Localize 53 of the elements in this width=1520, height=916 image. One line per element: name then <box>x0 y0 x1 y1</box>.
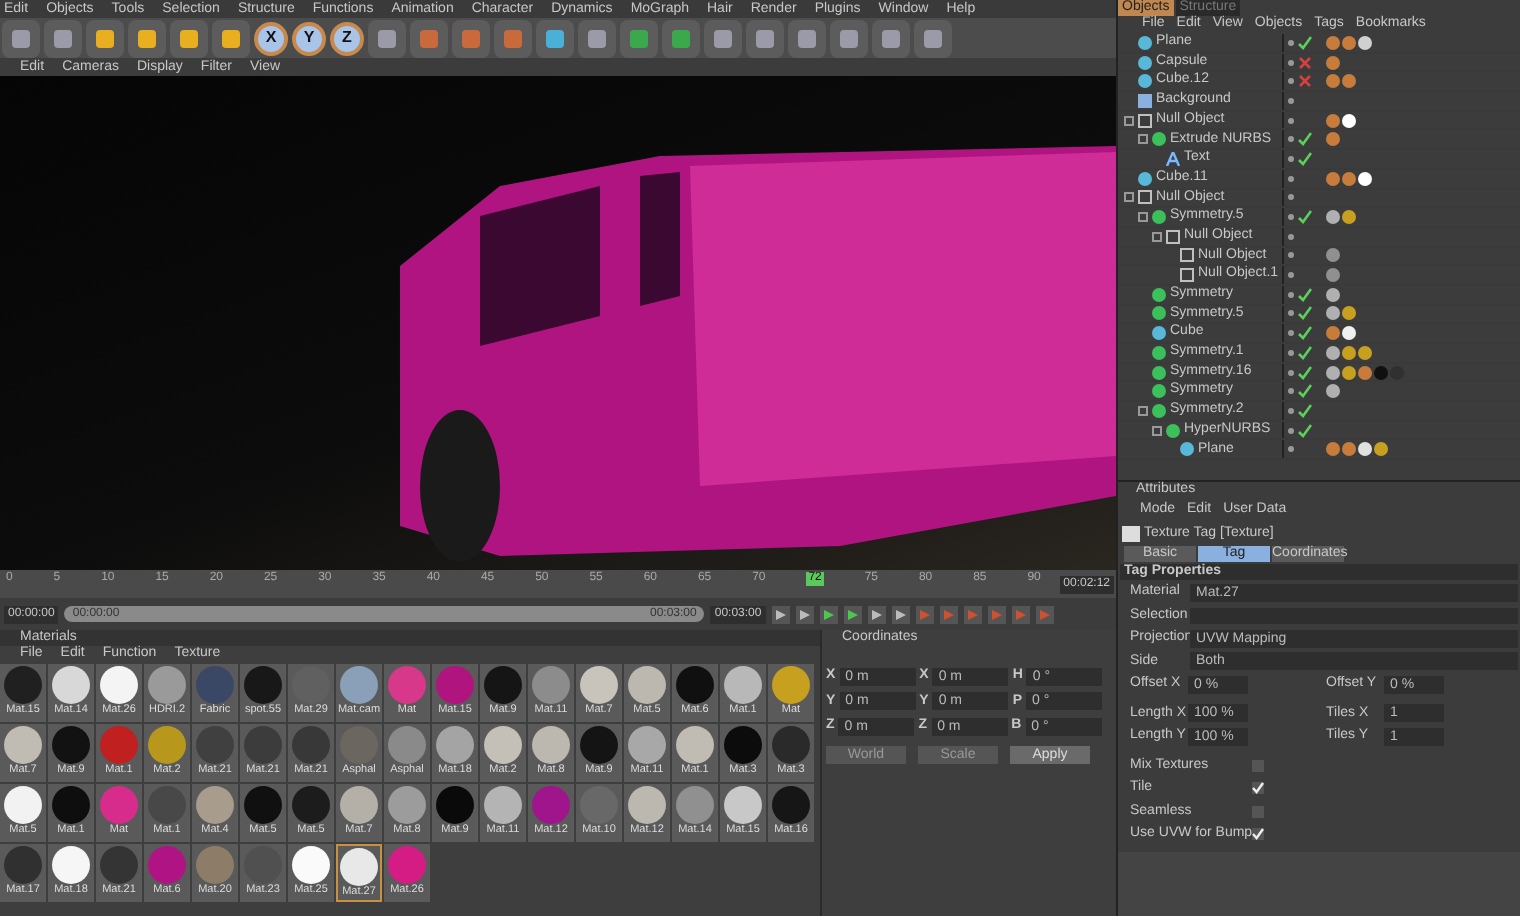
null-object-icon <box>1138 190 1152 205</box>
tag-icon[interactable] <box>1342 326 1356 341</box>
play-icon[interactable] <box>843 605 862 623</box>
symmetry-object-icon <box>1152 210 1166 225</box>
check-icon[interactable] <box>1298 345 1312 360</box>
nurbs-object-icon <box>1152 132 1166 147</box>
texture-tag-icon <box>1122 525 1140 542</box>
checkbox[interactable] <box>1252 805 1264 818</box>
checkbox[interactable] <box>1252 828 1264 841</box>
capsule-object-icon <box>1138 55 1152 70</box>
check-icon[interactable] <box>1298 132 1312 147</box>
checkbox[interactable] <box>1252 782 1264 795</box>
tag-icon[interactable] <box>1326 345 1340 360</box>
tag-icon[interactable] <box>1342 113 1356 128</box>
check-icon[interactable] <box>1298 210 1312 225</box>
tag-icon[interactable] <box>1358 35 1372 50</box>
check-icon[interactable] <box>1298 326 1312 341</box>
text-object-icon <box>1166 151 1180 166</box>
check-icon[interactable] <box>1298 384 1312 399</box>
axis-button[interactable]: X <box>254 21 288 55</box>
tag-icon[interactable] <box>1342 365 1356 380</box>
check-icon[interactable] <box>1298 365 1312 380</box>
tag-icon[interactable] <box>1342 210 1356 225</box>
cube-object-icon <box>1152 326 1166 341</box>
tag-icon[interactable] <box>1326 287 1340 302</box>
check-icon[interactable] <box>1298 403 1312 418</box>
tag-icon[interactable] <box>1342 345 1356 360</box>
cross-icon[interactable] <box>1298 74 1312 89</box>
check-icon[interactable] <box>1298 151 1312 166</box>
checkbox[interactable] <box>1252 759 1264 772</box>
tag-icon[interactable] <box>1358 345 1372 360</box>
axis-button[interactable]: Z <box>330 21 364 55</box>
tag-icon[interactable] <box>1326 365 1340 380</box>
plane-object-icon <box>1180 442 1194 457</box>
tag-icon[interactable] <box>1374 442 1388 457</box>
cube-object-icon <box>1138 74 1152 89</box>
background-object-icon <box>1138 93 1152 108</box>
tag-icon[interactable] <box>1358 442 1372 457</box>
cube-object-icon <box>1138 171 1152 186</box>
tag-icon[interactable] <box>1342 306 1356 321</box>
plane-object-icon <box>1138 35 1152 50</box>
check-icon[interactable] <box>1298 423 1312 438</box>
axis-button[interactable]: Y <box>292 21 326 55</box>
check-icon[interactable] <box>1298 35 1312 50</box>
check-icon[interactable] <box>1298 287 1312 302</box>
nurbs-object-icon <box>1166 423 1180 438</box>
check-icon[interactable] <box>1298 306 1312 321</box>
tag-icon[interactable] <box>1358 171 1372 186</box>
tag-icon[interactable] <box>1326 306 1340 321</box>
cross-icon[interactable] <box>1298 55 1312 70</box>
tag-icon[interactable] <box>1326 210 1340 225</box>
null-object-icon <box>1138 113 1152 128</box>
tag-icon[interactable] <box>1326 384 1340 399</box>
